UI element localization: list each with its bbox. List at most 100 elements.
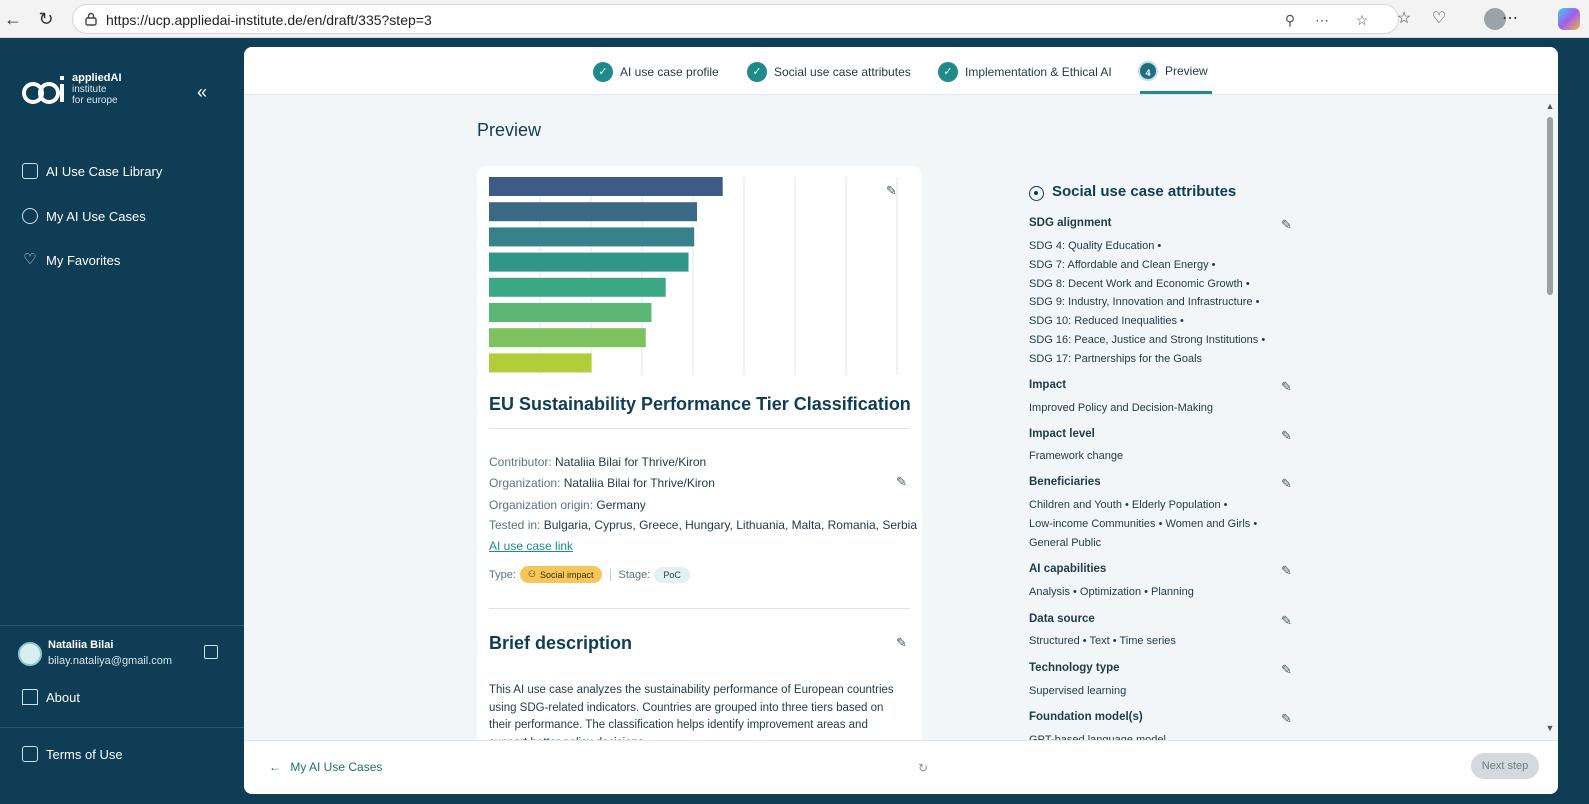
check-icon: ✓: [747, 62, 767, 82]
document-icon: [22, 746, 38, 762]
star-icon[interactable]: ☆: [1352, 10, 1372, 30]
thumbnail-bar: [489, 277, 666, 297]
edit-technology-icon[interactable]: ✎: [1281, 663, 1294, 676]
stepper: ✓ AI use case profile ✓ Social use case …: [244, 47, 1558, 95]
favorites-icon[interactable]: ☆: [1393, 8, 1415, 30]
back-link-label: My AI Use Cases: [290, 760, 383, 774]
scrollbar-thumb[interactable]: [1547, 117, 1553, 295]
foundation-models-label: Foundation model(s): [1029, 711, 1143, 723]
user-email: bilay.nataliya@gmail.com: [48, 655, 173, 667]
step-number: 4: [1138, 61, 1158, 81]
footer: ← My AI Use Cases ↻ Next step: [244, 740, 1558, 794]
sidebar-item-library[interactable]: AI Use Case Library: [22, 160, 162, 182]
sidebar-item-label: My AI Use Cases: [46, 208, 146, 224]
step-label: Social use case attributes: [774, 65, 911, 79]
edit-foundation-icon[interactable]: ✎: [1281, 712, 1294, 725]
main-panel: ✓ AI use case profile ✓ Social use case …: [244, 47, 1558, 794]
tested-label: Tested in:: [489, 518, 541, 532]
beneficiaries-value: General Public: [1029, 537, 1102, 549]
logo-text: appliedAI institute for europe: [72, 72, 122, 107]
organization-origin: Organization origin: Germany: [489, 498, 646, 512]
attributes-title: Social use case attributes: [1052, 183, 1237, 200]
technology-type-value: Supervised learning: [1029, 685, 1127, 697]
logout-icon[interactable]: [204, 645, 218, 659]
tested-in: Tested in: Bulgaria, Cyprus, Greece, Hun…: [489, 518, 917, 532]
sdg-item: SDG 16: Peace, Justice and Strong Instit…: [1029, 334, 1266, 346]
contributor-label: Contributor:: [489, 455, 552, 469]
reload-icon[interactable]: ↻: [35, 8, 57, 30]
step-preview[interactable]: 4 Preview: [1138, 60, 1208, 82]
sidebar-item-favorites[interactable]: ♡ My Favorites: [22, 249, 120, 271]
thumbnail-image: [489, 177, 898, 375]
heart-icon: ♡: [23, 251, 37, 268]
user-circle-icon: [22, 208, 38, 224]
logo-mark-icon: [22, 76, 64, 104]
sidebar-item-label: AI Use Case Library: [46, 163, 163, 179]
contributor: Contributor: Nataliia Bilai for Thrive/K…: [489, 455, 706, 469]
url-text[interactable]: https://ucp.appliedai-institute.de/en/dr…: [106, 12, 432, 28]
use-case-link[interactable]: AI use case link: [489, 539, 573, 553]
edit-impact-icon[interactable]: ✎: [1281, 380, 1294, 393]
page-title: Preview: [477, 120, 542, 140]
use-case-title: EU Sustainability Performance Tier Class…: [489, 394, 911, 414]
step-label: Implementation & Ethical AI: [965, 65, 1112, 79]
thumbnail-bar: [489, 252, 689, 272]
ai-capabilities-value: Analysis • Optimization • Planning: [1029, 586, 1194, 598]
sdg-item: SDG 8: Decent Work and Economic Growth •: [1029, 278, 1250, 290]
scroll-down-icon[interactable]: ▼: [1544, 723, 1556, 733]
type-badge-label: Social impact: [539, 569, 594, 580]
thumbnail-bar: [489, 177, 723, 196]
step-profile[interactable]: ✓ AI use case profile: [593, 61, 719, 83]
sdg-item: SDG 9: Industry, Innovation and Infrastr…: [1029, 296, 1260, 308]
more-icon[interactable]: ⋯: [1499, 8, 1521, 30]
sdg-item: SDG 17: Partnerships for the Goals: [1029, 353, 1203, 365]
step-social-attributes[interactable]: ✓ Social use case attributes: [747, 61, 911, 83]
edit-beneficiaries-icon[interactable]: ✎: [1281, 477, 1294, 490]
contributor-value: Nataliia Bilai for Thrive/Kiron: [555, 455, 707, 469]
active-step-indicator: [1140, 91, 1212, 94]
edit-data-source-icon[interactable]: ✎: [1281, 614, 1294, 627]
thumbnail-bar: [489, 227, 695, 247]
collapse-sidebar-icon[interactable]: «: [197, 82, 207, 103]
appliedai-logo[interactable]: appliedAI institute for europe: [22, 73, 132, 113]
target-icon: [1029, 186, 1044, 201]
brief-description-title: Brief description: [489, 633, 633, 653]
edit-impact-level-icon[interactable]: ✎: [1281, 429, 1294, 442]
sdg-item: SDG 10: Reduced Inequalities •: [1029, 315, 1184, 327]
step-label: AI use case profile: [620, 65, 719, 79]
divider: [489, 428, 910, 429]
sdg-item: SDG 7: Affordable and Clean Energy •: [1029, 259, 1216, 271]
health-icon[interactable]: ♡: [1428, 8, 1450, 30]
edit-capabilities-icon[interactable]: ✎: [1281, 564, 1294, 577]
zoom-out-icon[interactable]: ⚲: [1280, 10, 1300, 30]
impact-value: Improved Policy and Decision-Making: [1029, 402, 1214, 414]
back-to-use-cases-link[interactable]: ← My AI Use Cases: [269, 760, 382, 774]
back-arrow-icon[interactable]: ←: [2, 8, 24, 30]
impact-level-value: Framework change: [1029, 450, 1124, 462]
stage-badge: PoC: [654, 566, 690, 583]
divider: [0, 625, 244, 626]
sdg-item: SDG 4: Quality Education •: [1029, 240, 1162, 252]
edit-meta-icon[interactable]: ✎: [896, 475, 909, 488]
stage-label: Stage:: [618, 568, 651, 581]
tested-value: Bulgaria, Cyprus, Greece, Hungary, Lithu…: [543, 518, 918, 532]
edit-sdg-icon[interactable]: ✎: [1281, 218, 1294, 231]
lock-icon: [85, 12, 97, 26]
more-tools-icon[interactable]: ⋯: [1312, 10, 1332, 30]
sidebar: appliedAI institute for europe « AI Use …: [0, 39, 244, 804]
divider: [0, 727, 244, 728]
scroll-up-icon[interactable]: ▲: [1544, 101, 1556, 111]
impact-label: Impact: [1029, 379, 1067, 391]
edit-image-icon[interactable]: ✎: [886, 184, 899, 197]
thumbnail-bar: [489, 303, 652, 322]
technology-type-label: Technology type: [1029, 662, 1120, 674]
sidebar-item-about[interactable]: About: [22, 686, 80, 708]
step-implementation[interactable]: ✓ Implementation & Ethical AI: [938, 61, 1112, 83]
next-step-button[interactable]: Next step: [1471, 753, 1539, 779]
type-label: Type:: [489, 568, 516, 581]
sidebar-item-terms[interactable]: Terms of Use: [22, 743, 123, 765]
edit-description-icon[interactable]: ✎: [896, 636, 909, 649]
address-bar[interactable]: https://ucp.appliedai-institute.de/en/dr…: [72, 4, 1399, 34]
sidebar-item-my-use-cases[interactable]: My AI Use Cases: [22, 205, 146, 227]
copilot-icon[interactable]: [1558, 8, 1580, 30]
